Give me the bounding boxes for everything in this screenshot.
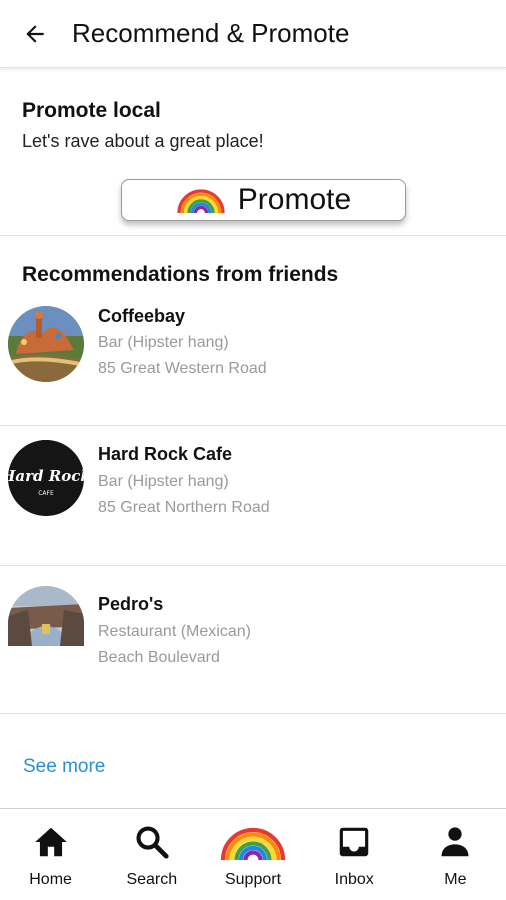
arrow-left-icon (26, 24, 44, 43)
hard-rock-cafe-logo: Hard Rock CAFE (8, 440, 84, 516)
mosaic-building-photo (8, 306, 84, 382)
person-icon (441, 827, 469, 857)
promote-title: Promote local (22, 99, 161, 122)
rainbow-icon (220, 827, 286, 861)
rainbow-icon (177, 189, 225, 214)
nav-item-home[interactable]: Home (0, 809, 101, 900)
app-bar: Recommend & Promote (0, 0, 506, 68)
bottom-nav: Home Search Support Inbox Me (0, 808, 506, 900)
tower-photo (8, 586, 84, 646)
place-name: Coffeebay (98, 306, 186, 326)
search-icon (136, 826, 169, 859)
nav-label: Inbox (334, 871, 374, 888)
place-address: 85 Great Northern Road (98, 499, 270, 516)
list-item[interactable]: Coffeebay Bar (Hipster hang) 85 Great We… (0, 292, 506, 426)
promote-section: Promote local Let's rave about a great p… (0, 70, 506, 236)
promote-button-label: Promote (237, 183, 352, 216)
nav-label: Me (444, 871, 467, 888)
logo-text: Hard Rock (8, 467, 84, 485)
nav-item-me[interactable]: Me (405, 809, 506, 900)
home-icon (34, 827, 67, 857)
place-category: Restaurant (Mexican) (98, 623, 251, 640)
place-address: 85 Great Western Road (98, 360, 267, 377)
recommendations-header: Recommendations from friends (22, 263, 339, 286)
list-item[interactable]: Pedro's Restaurant (Mexican) Beach Boule… (0, 566, 506, 714)
promote-button[interactable]: Promote (121, 179, 406, 221)
back-button[interactable] (0, 0, 70, 68)
place-category: Bar (Hipster hang) (98, 473, 229, 490)
place-name: Pedro's (98, 594, 164, 614)
page-title: Recommend & Promote (72, 18, 350, 48)
nav-label: Home (29, 871, 72, 888)
promote-subtitle: Let's rave about a great place! (22, 131, 264, 151)
nav-item-search[interactable]: Search (101, 809, 202, 900)
nav-item-inbox[interactable]: Inbox (304, 809, 405, 900)
list-item[interactable]: Hard Rock CAFE Hard Rock Cafe Bar (Hipst… (0, 426, 506, 566)
see-more-link[interactable]: See more (23, 756, 105, 778)
nav-label: Search (126, 871, 178, 888)
nav-label: Support (224, 871, 282, 888)
place-name: Hard Rock Cafe (98, 444, 233, 464)
nav-item-support[interactable]: Support (202, 809, 303, 900)
place-address: Beach Boulevard (98, 649, 220, 666)
inbox-icon (339, 827, 369, 857)
logo-subtext: CAFE (38, 490, 54, 497)
place-category: Bar (Hipster hang) (98, 334, 229, 351)
